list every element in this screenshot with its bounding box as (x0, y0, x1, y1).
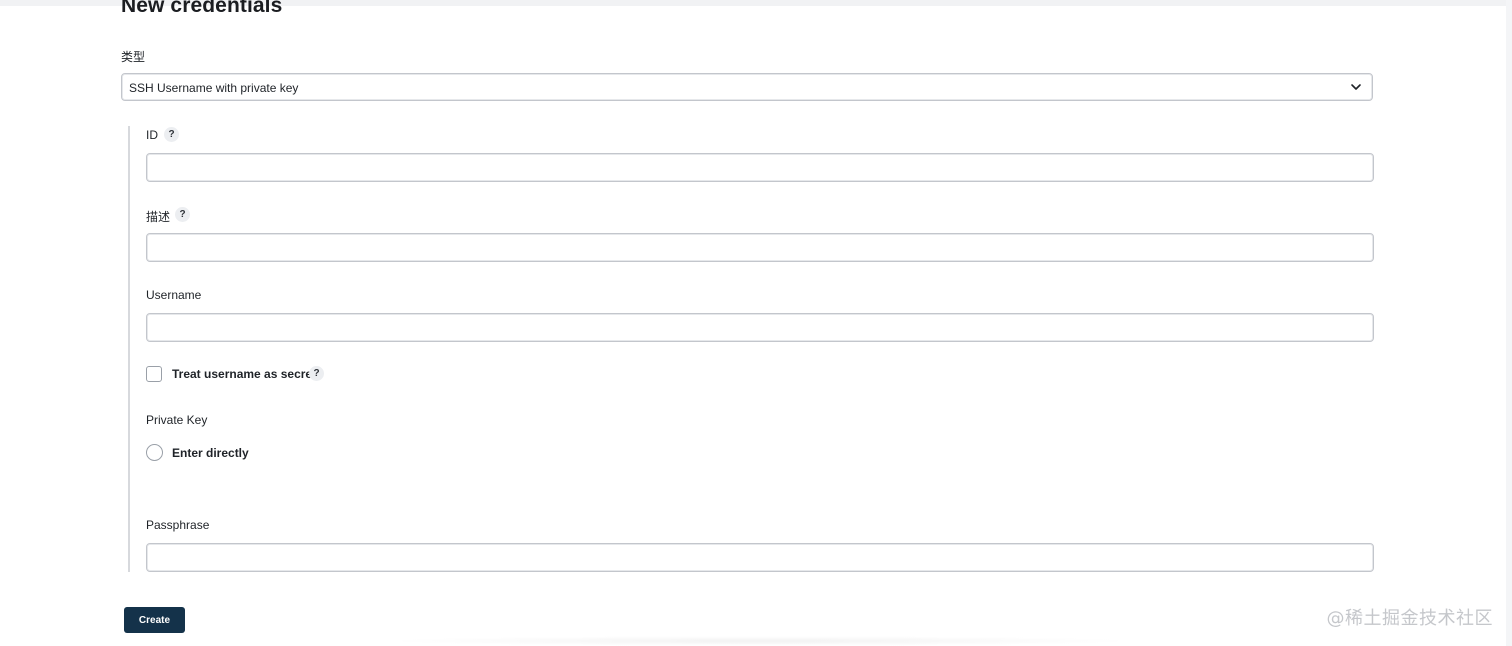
description-label: 描述 (146, 210, 171, 224)
type-select[interactable]: SSH Username with private key (121, 73, 1373, 101)
private-key-label: Private Key (146, 413, 208, 427)
id-help-icon[interactable]: ? (164, 127, 179, 142)
treat-username-secret-label[interactable]: Treat username as secret (172, 367, 316, 381)
type-select-value: SSH Username with private key (129, 81, 299, 95)
scrollbar-track[interactable] (1506, 0, 1512, 646)
chevron-down-icon (1351, 84, 1361, 90)
description-field[interactable] (146, 233, 1374, 262)
bottom-shadow (380, 636, 1140, 646)
enter-directly-label[interactable]: Enter directly (172, 446, 249, 460)
username-label: Username (146, 288, 202, 302)
credential-section-rule (128, 126, 130, 572)
type-label: 类型 (121, 50, 146, 64)
username-field[interactable] (146, 313, 1374, 342)
passphrase-field[interactable] (146, 543, 1374, 572)
watermark: @稀土掘金技术社区 (1326, 608, 1493, 629)
page-title: New credentials (121, 0, 283, 17)
create-button[interactable]: Create (124, 607, 185, 633)
treat-username-secret-help-icon[interactable]: ? (309, 366, 324, 381)
id-label: ID (146, 128, 158, 142)
id-field[interactable] (146, 153, 1374, 182)
description-help-icon[interactable]: ? (175, 207, 190, 222)
new-credentials-page: New credentials 类型 SSH Username with pri… (0, 0, 1512, 646)
treat-username-secret-checkbox[interactable] (146, 366, 162, 382)
enter-directly-radio[interactable] (146, 444, 163, 461)
passphrase-label: Passphrase (146, 518, 210, 532)
